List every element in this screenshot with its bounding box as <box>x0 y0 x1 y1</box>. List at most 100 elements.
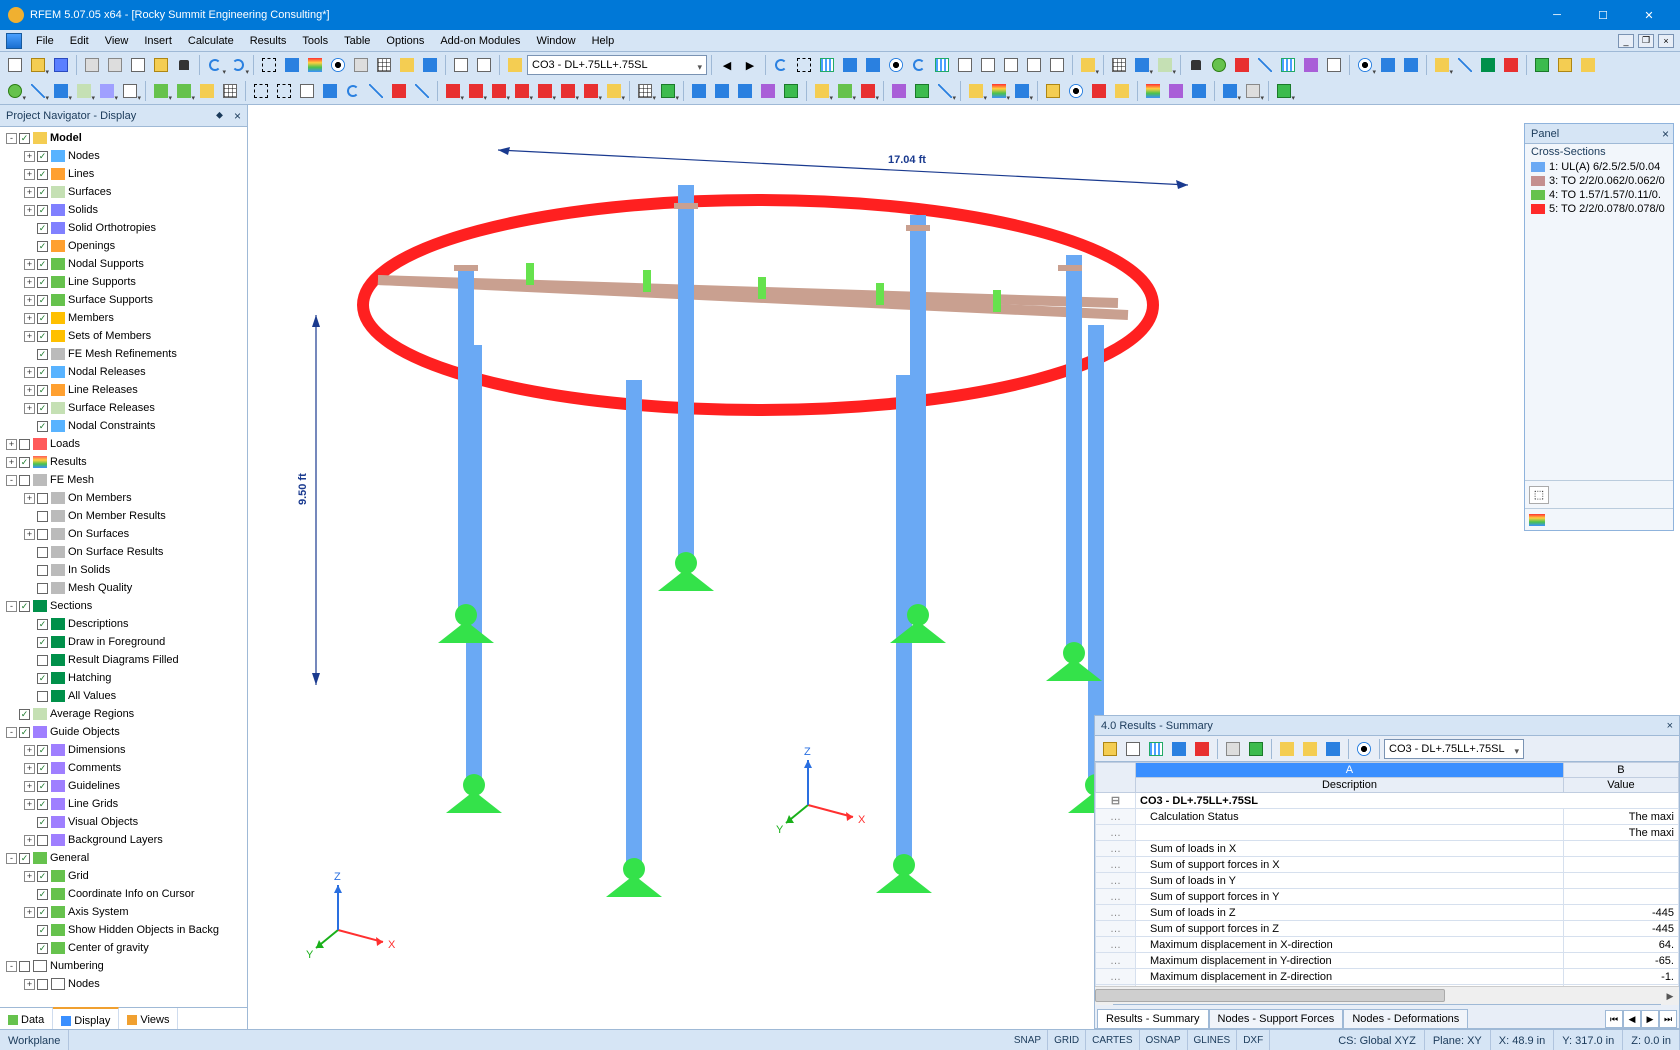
mdi-restore[interactable]: ❐ <box>1638 34 1654 48</box>
rtb-2[interactable] <box>1122 738 1144 760</box>
menu-window[interactable]: Window <box>528 33 583 49</box>
tb2-res-d[interactable] <box>757 80 779 102</box>
tb2-extend[interactable] <box>411 80 433 102</box>
tb-render-solid[interactable]: ▾ <box>1131 54 1153 76</box>
tree-item[interactable]: Center of gravity <box>0 939 247 957</box>
tb2-check[interactable]: ▾ <box>1273 80 1295 102</box>
tree-checkbox[interactable] <box>37 385 48 396</box>
tb2-opening[interactable]: ▾ <box>119 80 141 102</box>
tree-item[interactable]: +Nodal Releases <box>0 363 247 381</box>
results-row[interactable]: …Sum of support forces in X <box>1096 857 1679 873</box>
tree-expander[interactable]: + <box>24 403 35 414</box>
results-row[interactable]: …Sum of loads in X <box>1096 841 1679 857</box>
results-hscroll[interactable]: ◀ ▶ <box>1095 986 1679 1004</box>
tb-ortho[interactable] <box>1254 54 1276 76</box>
tree-checkbox[interactable] <box>37 295 48 306</box>
mdi-minimize[interactable]: _ <box>1618 34 1634 48</box>
tb-loadcase-icon[interactable] <box>504 54 526 76</box>
tb2-hinge[interactable] <box>196 80 218 102</box>
tree-item[interactable]: +Comments <box>0 759 247 777</box>
tree-item[interactable]: +Sets of Members <box>0 327 247 345</box>
tree-item[interactable]: +On Surfaces <box>0 525 247 543</box>
tb-view-z[interactable] <box>1000 54 1022 76</box>
tree-item[interactable]: +Background Layers <box>0 831 247 849</box>
tb2-scale2[interactable] <box>1188 80 1210 102</box>
restab-prev[interactable]: ◀ <box>1623 1010 1641 1028</box>
tb-save[interactable] <box>50 54 72 76</box>
tb-display-props[interactable] <box>419 54 441 76</box>
tree-item[interactable]: -Sections <box>0 597 247 615</box>
tree-checkbox[interactable] <box>19 475 30 486</box>
tb2-line[interactable]: ▾ <box>27 80 49 102</box>
tb2-divide[interactable] <box>388 80 410 102</box>
tree-checkbox[interactable] <box>37 565 48 576</box>
tree-item[interactable]: Mesh Quality <box>0 579 247 597</box>
navigator-tree[interactable]: -Model+Nodes+Lines+Surfaces+SolidsSolid … <box>0 127 247 1007</box>
rtb-11[interactable] <box>1353 738 1375 760</box>
tb2-res-v[interactable] <box>711 80 733 102</box>
tb2-animate[interactable] <box>911 80 933 102</box>
tb-project-manager[interactable] <box>150 54 172 76</box>
tb-grab[interactable] <box>1185 54 1207 76</box>
scroll-right[interactable]: ▶ <box>1661 987 1679 1005</box>
tree-item[interactable]: +Lines <box>0 165 247 183</box>
restab-support[interactable]: Nodes - Support Forces <box>1209 1009 1344 1028</box>
tb-zoom-all[interactable] <box>816 54 838 76</box>
tree-checkbox[interactable] <box>37 979 48 990</box>
mdi-close[interactable]: × <box>1658 34 1674 48</box>
tb-window-right[interactable] <box>473 54 495 76</box>
tree-checkbox[interactable] <box>19 439 30 450</box>
tree-item[interactable]: +Members <box>0 309 247 327</box>
rtb-6[interactable] <box>1222 738 1244 760</box>
tb-visibility[interactable]: ▾ <box>1354 54 1376 76</box>
tb-osnap[interactable] <box>1231 54 1253 76</box>
tb-rotate[interactable] <box>770 54 792 76</box>
tree-item[interactable]: Show Hidden Objects in Backg <box>0 921 247 939</box>
tree-item[interactable]: Openings <box>0 237 247 255</box>
tb-hide[interactable] <box>1377 54 1399 76</box>
tree-expander[interactable]: - <box>6 475 17 486</box>
tree-item[interactable]: +Nodes <box>0 975 247 993</box>
toggle-grid[interactable]: GRID <box>1048 1030 1086 1050</box>
tb-clip[interactable] <box>1500 54 1522 76</box>
tb2-copy[interactable] <box>296 80 318 102</box>
tree-item[interactable]: Result Diagrams Filled <box>0 651 247 669</box>
tree-item[interactable]: +Nodes <box>0 147 247 165</box>
tree-checkbox[interactable] <box>37 655 48 666</box>
menu-help[interactable]: Help <box>584 33 623 49</box>
tb-bg-layer[interactable] <box>1323 54 1345 76</box>
menu-results[interactable]: Results <box>242 33 295 49</box>
results-row[interactable]: …Sum of support forces in Y <box>1096 889 1679 905</box>
menu-table[interactable]: Table <box>336 33 378 49</box>
tree-checkbox[interactable] <box>19 601 30 612</box>
tb-view-x[interactable] <box>954 54 976 76</box>
tb2-values[interactable]: ▾ <box>965 80 987 102</box>
navtab-views[interactable]: Views <box>119 1008 178 1029</box>
tb-pointer[interactable] <box>258 54 280 76</box>
tb-zoom-out[interactable] <box>862 54 884 76</box>
rtb-9[interactable] <box>1299 738 1321 760</box>
tb-print-preview[interactable] <box>104 54 126 76</box>
tree-checkbox[interactable] <box>37 349 48 360</box>
menu-tools[interactable]: Tools <box>294 33 336 49</box>
tb-xlsx[interactable] <box>1531 54 1553 76</box>
tb2-steel[interactable]: ▾ <box>1219 80 1241 102</box>
tree-expander[interactable]: + <box>24 259 35 270</box>
tree-item[interactable]: On Surface Results <box>0 543 247 561</box>
tb-guides[interactable] <box>1300 54 1322 76</box>
tree-checkbox[interactable] <box>37 925 48 936</box>
tb-prev-lc[interactable]: ◀ <box>716 54 738 76</box>
tb2-section-view[interactable]: ▾ <box>811 80 833 102</box>
results-row[interactable]: …Calculation StatusThe maxi <box>1096 809 1679 825</box>
tb-undo[interactable]: ▾ <box>204 54 226 76</box>
tree-expander[interactable]: - <box>6 727 17 738</box>
tree-checkbox[interactable] <box>19 727 30 738</box>
tb-prev-view[interactable] <box>908 54 930 76</box>
tree-checkbox[interactable] <box>37 331 48 342</box>
tree-expander[interactable]: + <box>24 277 35 288</box>
toggle-glines[interactable]: GLINES <box>1188 1030 1238 1050</box>
menu-options[interactable]: Options <box>378 33 432 49</box>
toggle-dxf[interactable]: DXF <box>1237 1030 1270 1050</box>
tb-window-left[interactable] <box>450 54 472 76</box>
tree-item[interactable]: -FE Mesh <box>0 471 247 489</box>
